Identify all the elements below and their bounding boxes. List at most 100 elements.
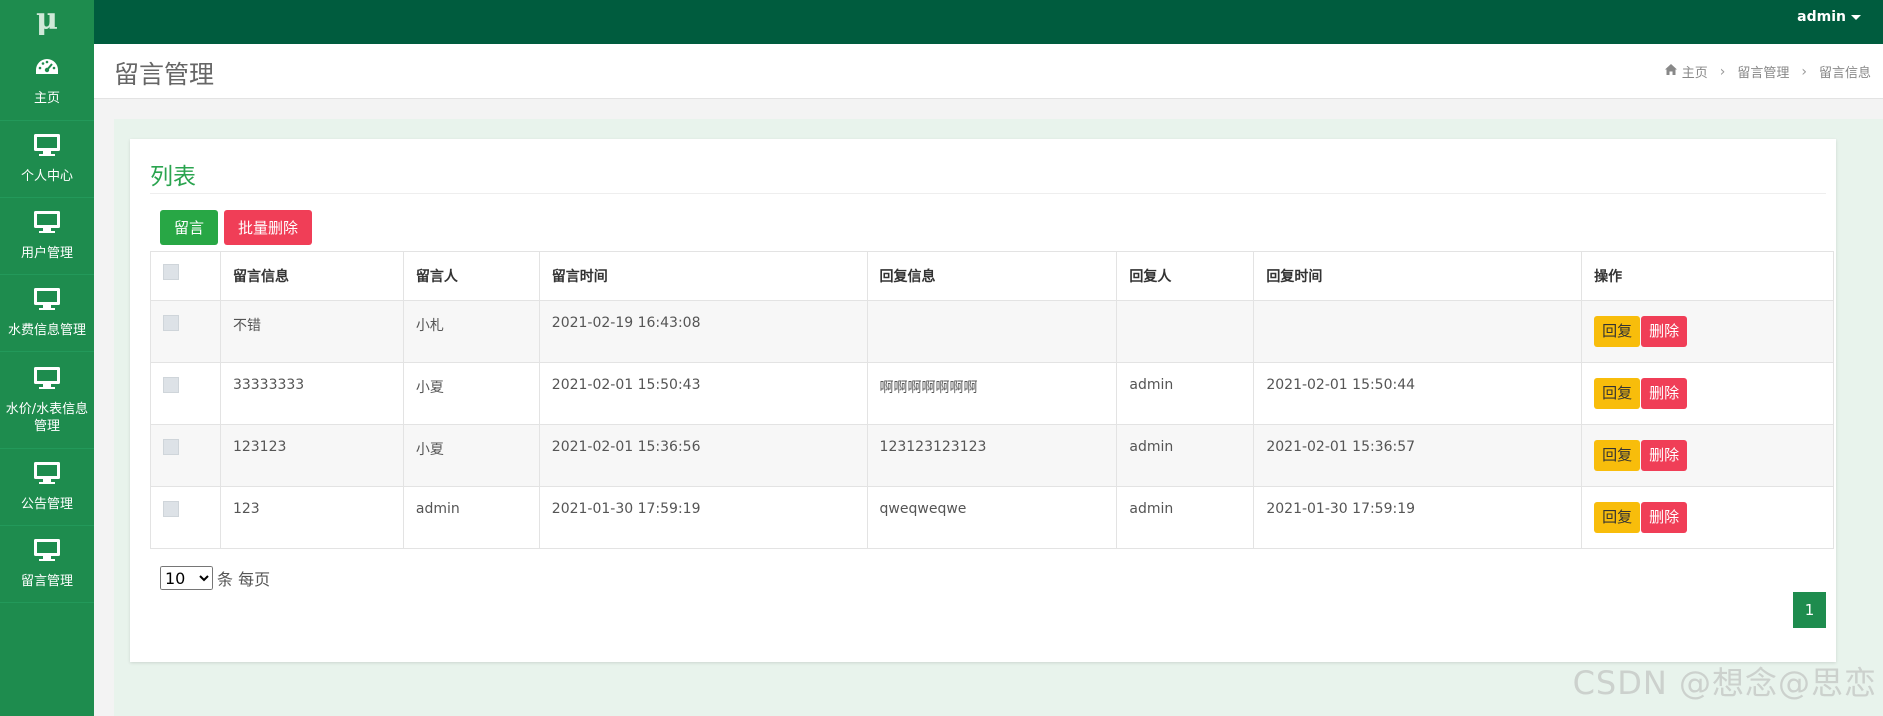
divider: [150, 193, 1826, 194]
actions-cell: 回复 删除: [1581, 486, 1834, 549]
reply-time-cell: 2021-02-01 15:50:44: [1253, 362, 1583, 425]
replier-cell: admin: [1116, 486, 1255, 549]
reply-cell: 啊啊啊啊啊啊啊: [866, 362, 1118, 425]
user-name: admin: [1797, 9, 1846, 25]
list-panel: 列表 留言 批量删除 留言信息 留言人 留言时间 回复信息 回复人 回复时间 操…: [130, 139, 1836, 662]
delete-button[interactable]: 删除: [1641, 502, 1688, 533]
message-table: 留言信息 留言人 留言时间 回复信息 回复人 回复时间 操作 不错 小札 202…: [150, 251, 1834, 549]
table-header-row: 留言信息 留言人 留言时间 回复信息 回复人 回复时间 操作: [150, 251, 1834, 301]
app-logo[interactable]: μ: [0, 0, 94, 44]
actions-cell: 回复 删除: [1581, 300, 1834, 363]
row-select-cell: [150, 300, 221, 363]
time-cell: 2021-02-01 15:50:43: [538, 362, 868, 425]
breadcrumb-home[interactable]: 主页: [1682, 62, 1708, 81]
sidebar-item-profile[interactable]: 个人中心: [0, 121, 94, 198]
sidebar-item-messages[interactable]: 留言管理: [0, 526, 94, 603]
page-header: 留言管理 主页 › 留言管理 › 留言信息: [94, 44, 1883, 99]
table-row: 123 admin 2021-01-30 17:59:19 qweqweqwe …: [150, 486, 1834, 549]
author-cell: 小夏: [402, 424, 540, 487]
reply-cell: qweqweqwe: [866, 486, 1118, 549]
table-row: 不错 小札 2021-02-19 16:43:08 回复 删除: [150, 300, 1834, 363]
message-cell: 123123: [219, 424, 404, 487]
dashboard-icon: [34, 57, 60, 83]
row-select-cell: [150, 362, 221, 425]
chevron-right-icon: ›: [1719, 63, 1726, 80]
column-header: 留言人: [402, 251, 540, 301]
reply-cell: [866, 300, 1118, 363]
sidebar-item-label: 主页: [33, 91, 60, 106]
sidebar-item-label: 个人中心: [20, 169, 73, 184]
row-checkbox[interactable]: [163, 377, 179, 393]
replier-cell: admin: [1116, 424, 1255, 487]
sidebar-item-users[interactable]: 用户管理: [0, 198, 94, 275]
reply-button[interactable]: 回复: [1594, 440, 1641, 471]
sidebar-item-home[interactable]: 主页: [0, 44, 94, 121]
message-cell: 33333333: [219, 362, 404, 425]
sidebar-item-label: 公告管理: [20, 497, 73, 512]
sidebar-item-label: 水价/水表信息管理: [5, 401, 89, 434]
sidebar-item-label: 水费信息管理: [7, 323, 86, 338]
row-select-cell: [150, 424, 221, 487]
reply-button[interactable]: 回复: [1594, 316, 1641, 347]
time-cell: 2021-01-30 17:59:19: [538, 486, 868, 549]
panel-title: 列表: [150, 164, 196, 190]
row-select-cell: [150, 486, 221, 549]
monitor-icon: [33, 461, 61, 489]
actions-cell: 回复 删除: [1581, 424, 1834, 487]
top-bar: μ admin: [0, 0, 1883, 44]
sidebar-item-water-price[interactable]: 水价/水表信息管理: [0, 352, 94, 449]
row-checkbox[interactable]: [163, 439, 179, 455]
time-cell: 2021-02-19 16:43:08: [538, 300, 868, 363]
column-header: 回复人: [1116, 251, 1255, 301]
sidebar-item-notices[interactable]: 公告管理: [0, 449, 94, 526]
page-title: 留言管理: [114, 60, 215, 89]
column-header: 留言时间: [538, 251, 868, 301]
message-cell: 不错: [219, 300, 404, 363]
replier-cell: [1116, 300, 1255, 363]
delete-button[interactable]: 删除: [1641, 378, 1688, 409]
reply-button[interactable]: 回复: [1594, 378, 1641, 409]
column-header: 回复时间: [1253, 251, 1583, 301]
chevron-right-icon: ›: [1801, 63, 1807, 80]
delete-button[interactable]: 删除: [1641, 316, 1688, 347]
replier-cell: admin: [1116, 362, 1255, 425]
watermark-text: CSDN @想念@思恋: [1572, 664, 1877, 702]
breadcrumb-current: 留言信息: [1818, 66, 1871, 81]
monitor-icon: [33, 287, 61, 315]
breadcrumb: 主页 › 留言管理 › 留言信息: [1664, 62, 1871, 81]
monitor-icon: [33, 366, 61, 394]
row-checkbox[interactable]: [163, 501, 179, 517]
sidebar-item-water-fee[interactable]: 水费信息管理: [0, 275, 94, 352]
delete-button[interactable]: 删除: [1641, 440, 1688, 471]
add-message-button[interactable]: 留言: [160, 210, 218, 245]
user-menu[interactable]: admin: [1797, 0, 1861, 34]
column-header: 操作: [1581, 251, 1834, 301]
column-header: 回复信息: [866, 251, 1118, 301]
actions-cell: 回复 删除: [1581, 362, 1834, 425]
monitor-icon: [33, 210, 61, 238]
per-page-label: 条 每页: [217, 570, 271, 589]
home-icon: [1664, 64, 1677, 79]
page-size-control: 10 条 每页: [160, 566, 270, 590]
sidebar-item-label: 留言管理: [20, 574, 73, 589]
table-row: 123123 小夏 2021-02-01 15:36:56 1231231231…: [150, 424, 1834, 487]
reply-button[interactable]: 回复: [1594, 502, 1641, 533]
select-all-cell: [150, 251, 221, 301]
column-header: 留言信息: [219, 251, 404, 301]
caret-down-icon: [1851, 14, 1861, 20]
monitor-icon: [33, 538, 61, 566]
breadcrumb-message-management[interactable]: 留言管理: [1737, 62, 1789, 81]
select-all-checkbox[interactable]: [163, 264, 179, 280]
time-cell: 2021-02-01 15:36:56: [538, 424, 868, 487]
table-row: 33333333 小夏 2021-02-01 15:50:43 啊啊啊啊啊啊啊 …: [150, 362, 1834, 425]
author-cell: admin: [402, 486, 540, 549]
sidebar-item-label: 用户管理: [20, 246, 73, 261]
monitor-icon: [33, 133, 61, 161]
reply-cell: 123123123123: [866, 424, 1118, 487]
message-cell: 123: [219, 486, 404, 549]
reply-time-cell: 2021-02-01 15:36:57: [1253, 424, 1583, 487]
page-number-button[interactable]: 1: [1793, 592, 1826, 628]
page-size-select[interactable]: 10: [160, 566, 213, 590]
batch-delete-button[interactable]: 批量删除: [224, 210, 312, 245]
row-checkbox[interactable]: [163, 315, 179, 331]
